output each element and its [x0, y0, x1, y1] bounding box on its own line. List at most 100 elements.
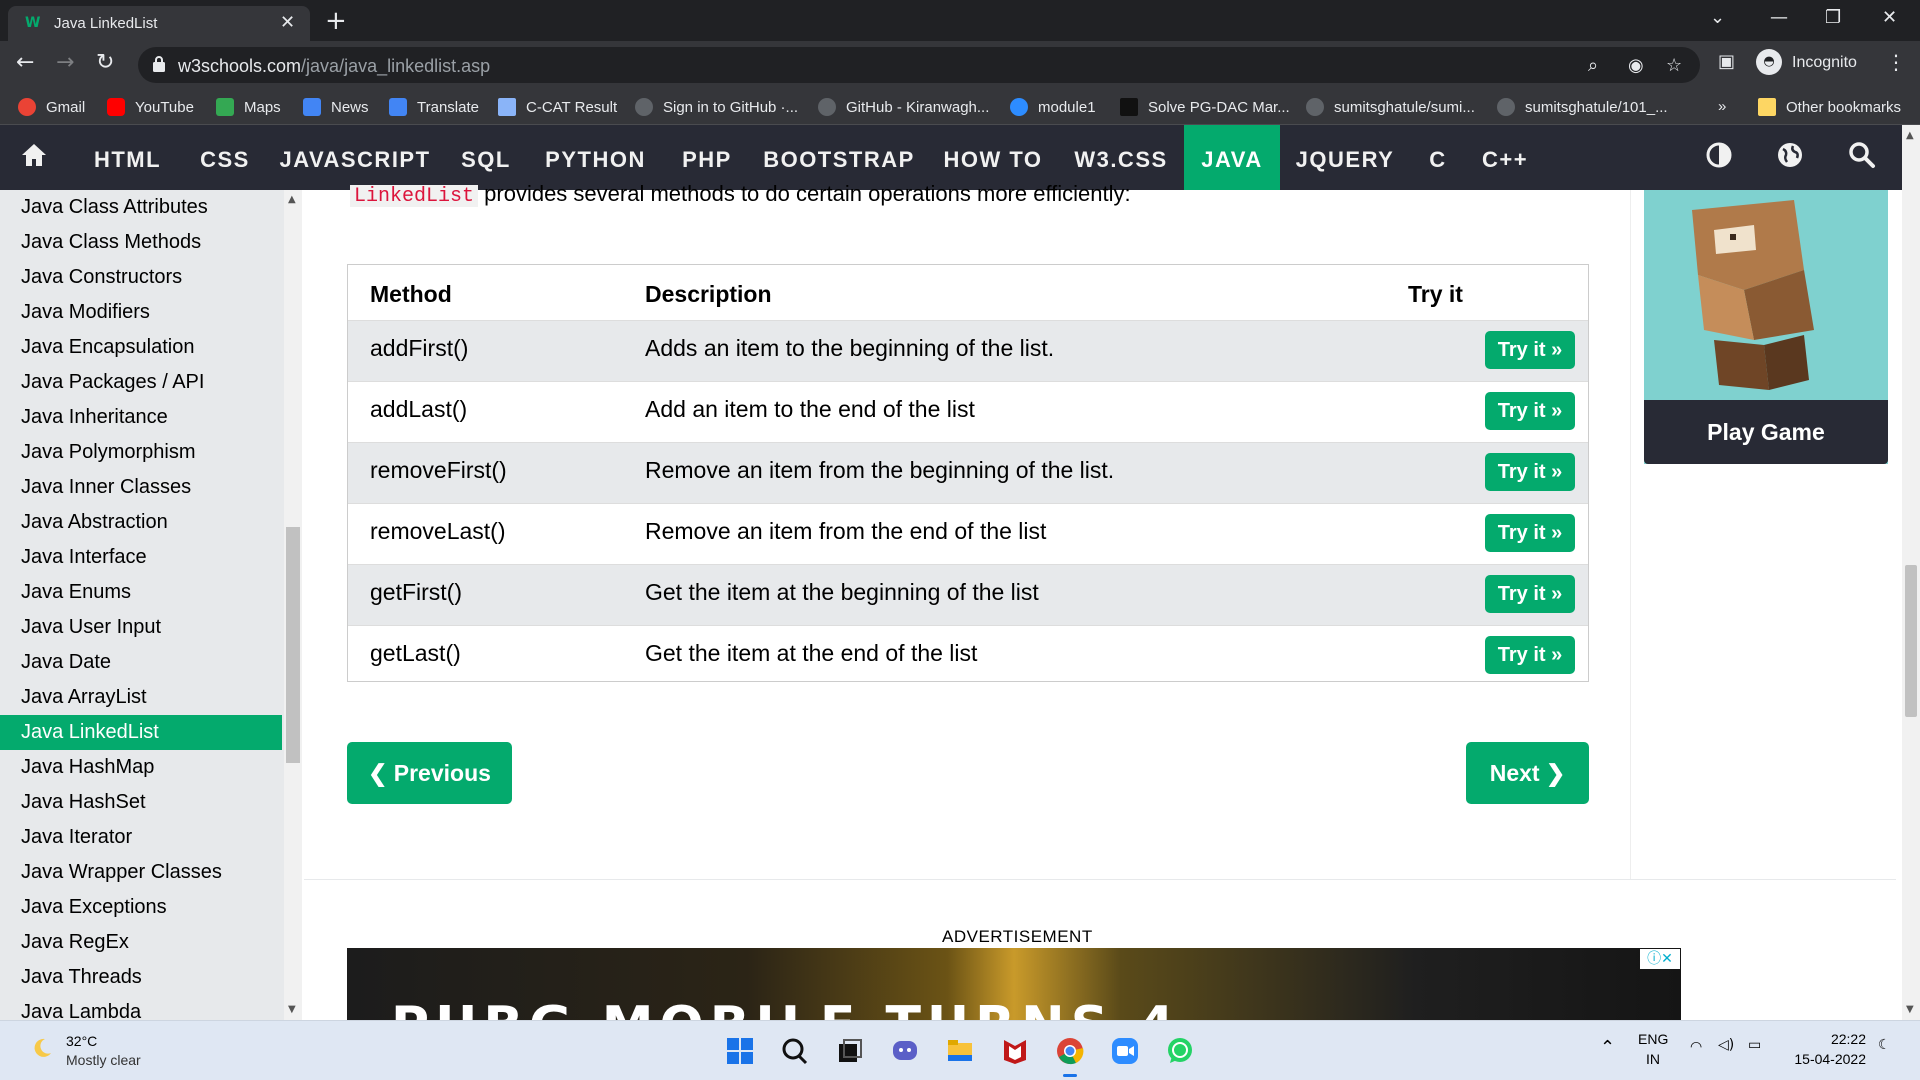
home-icon[interactable] [20, 141, 48, 169]
sidebar-item-inheritance[interactable]: Java Inheritance [0, 400, 282, 435]
close-tab-icon[interactable]: ✕ [280, 12, 295, 33]
bookmark-gmail[interactable]: Gmail [18, 98, 85, 118]
sidebar-item-inner-classes[interactable]: Java Inner Classes [0, 470, 282, 505]
windows-start-icon[interactable] [725, 1036, 755, 1066]
other-bookmarks[interactable]: Other bookmarks [1758, 98, 1901, 118]
tab-search-icon[interactable]: ⌄ [1710, 7, 1725, 28]
sidebar-item-enums[interactable]: Java Enums [0, 575, 282, 610]
nav-css[interactable]: CSS [185, 125, 265, 190]
try-it-button[interactable]: Try it » [1485, 453, 1575, 491]
browser-tab[interactable]: W Java LinkedList ✕ [8, 6, 310, 41]
try-it-button[interactable]: Try it » [1485, 575, 1575, 613]
bookmarks-overflow[interactable]: » [1718, 98, 1726, 118]
forward-icon[interactable]: → [56, 50, 74, 75]
mcafee-icon[interactable] [1000, 1036, 1030, 1066]
bookmark-ccat[interactable]: C-CAT Result [498, 98, 617, 118]
wifi-icon[interactable]: ◠ [1690, 1039, 1702, 1055]
sidebar-scroll-thumb[interactable] [286, 527, 300, 763]
bookmark-news[interactable]: News [303, 98, 369, 118]
previous-button[interactable]: ❮ Previous [347, 742, 512, 804]
ad-choices-close-icon[interactable]: ⓘ✕ [1640, 949, 1680, 969]
teams-chat-icon[interactable] [890, 1036, 920, 1066]
back-icon[interactable]: ← [16, 50, 34, 75]
sidebar-item-regex[interactable]: Java RegEx [0, 925, 282, 960]
sidebar-item-interface[interactable]: Java Interface [0, 540, 282, 575]
sidebar-item-linkedlist[interactable]: Java LinkedList [0, 715, 282, 750]
volume-icon[interactable]: ◁) [1718, 1037, 1734, 1053]
nav-cpp[interactable]: C++ [1470, 125, 1540, 190]
zoom-app-icon[interactable] [1110, 1036, 1140, 1066]
bookmark-star-icon[interactable]: ☆ [1666, 55, 1682, 76]
sidebar-item-wrapper-classes[interactable]: Java Wrapper Classes [0, 855, 282, 890]
sidebar-item-threads[interactable]: Java Threads [0, 960, 282, 995]
more-menu-icon[interactable]: ⋮ [1886, 50, 1906, 74]
moon-icon[interactable] [30, 1036, 54, 1060]
clock-date[interactable]: 15-04-2022 [1782, 1051, 1866, 1067]
sidebar-item-encapsulation[interactable]: Java Encapsulation [0, 330, 282, 365]
bookmark-pgdac[interactable]: Solve PG-DAC Mar... [1120, 98, 1290, 118]
battery-icon[interactable]: ▭ [1748, 1037, 1761, 1053]
language-region[interactable]: IN [1638, 1051, 1668, 1067]
nav-c[interactable]: C [1420, 125, 1456, 190]
bookmark-translate[interactable]: Translate [389, 98, 479, 118]
globe-icon[interactable] [1776, 141, 1804, 169]
language-code[interactable]: ENG [1638, 1031, 1668, 1047]
reload-icon[interactable]: ↻ [96, 50, 114, 75]
minimize-icon[interactable]: — [1770, 7, 1788, 28]
sidebar-item-abstraction[interactable]: Java Abstraction [0, 505, 282, 540]
bookmark-sumit-2[interactable]: sumitsghatule/101_... [1497, 98, 1668, 118]
nav-java[interactable]: JAVA [1184, 125, 1280, 190]
page-scroll-thumb[interactable] [1905, 565, 1917, 717]
sidebar-item-hashset[interactable]: Java HashSet [0, 785, 282, 820]
notifications-icon[interactable]: ☾ [1878, 1037, 1891, 1053]
tray-overflow-icon[interactable]: ⌃ [1600, 1037, 1615, 1058]
sidebar-item-arraylist[interactable]: Java ArrayList [0, 680, 282, 715]
address-bar[interactable]: w3schools.com/java/java_linkedlist.asp ⌕… [138, 47, 1700, 83]
page-scroll-up-icon[interactable]: ▲ [1906, 130, 1914, 141]
clock-time[interactable]: 22:22 [1782, 1031, 1866, 1047]
sidebar-item-iterator[interactable]: Java Iterator [0, 820, 282, 855]
sidebar-item-packages[interactable]: Java Packages / API [0, 365, 282, 400]
pubg-ad-banner[interactable]: PUBG MOBILE TURNS 4 [347, 948, 1681, 1020]
sidebar-item-constructors[interactable]: Java Constructors [0, 260, 282, 295]
try-it-button[interactable]: Try it » [1485, 392, 1575, 430]
scroll-up-icon[interactable]: ▲ [288, 194, 296, 205]
eye-off-icon[interactable]: ◉ [1628, 55, 1644, 76]
side-panel-icon[interactable]: ▣ [1718, 51, 1735, 72]
play-game-button[interactable]: Play Game [1644, 400, 1888, 464]
sidebar-item-class-attributes[interactable]: Java Class Attributes [0, 190, 282, 225]
sidebar-item-class-methods[interactable]: Java Class Methods [0, 225, 282, 260]
file-explorer-icon[interactable] [945, 1036, 975, 1066]
scroll-down-icon[interactable]: ▼ [288, 1004, 296, 1015]
page-scroll-down-icon[interactable]: ▼ [1906, 1004, 1914, 1015]
bookmark-youtube[interactable]: YouTube [107, 98, 194, 118]
incognito-badge[interactable]: ◓ Incognito [1756, 49, 1881, 81]
window-close-icon[interactable]: ✕ [1882, 7, 1897, 28]
sidebar-item-exceptions[interactable]: Java Exceptions [0, 890, 282, 925]
task-view-icon[interactable] [835, 1036, 865, 1066]
bookmark-maps[interactable]: Maps [216, 98, 281, 118]
search-icon[interactable] [1848, 141, 1876, 169]
sidebar-item-modifiers[interactable]: Java Modifiers [0, 295, 282, 330]
weather-description[interactable]: Mostly clear [66, 1052, 141, 1068]
whatsapp-icon[interactable] [1165, 1036, 1195, 1066]
chrome-icon[interactable] [1055, 1036, 1085, 1066]
nav-html[interactable]: HTML [76, 125, 179, 190]
zoom-icon[interactable]: ⌕ [1588, 55, 1598, 76]
bookmark-github-signin[interactable]: Sign in to GitHub ·... [635, 98, 798, 118]
next-button[interactable]: Next ❯ [1466, 742, 1589, 804]
try-it-button[interactable]: Try it » [1485, 636, 1575, 674]
nav-jquery[interactable]: JQUERY [1290, 125, 1400, 190]
sidebar-item-lambda[interactable]: Java Lambda [0, 995, 282, 1020]
bookmark-module1[interactable]: module1 [1010, 98, 1096, 118]
restore-icon[interactable]: ❐ [1825, 7, 1841, 28]
try-it-button[interactable]: Try it » [1485, 331, 1575, 369]
new-tab-icon[interactable]: + [325, 6, 347, 36]
sidebar-item-polymorphism[interactable]: Java Polymorphism [0, 435, 282, 470]
sidebar-item-date[interactable]: Java Date [0, 645, 282, 680]
bookmark-sumit-1[interactable]: sumitsghatule/sumi... [1306, 98, 1475, 118]
search-icon[interactable] [780, 1036, 810, 1066]
try-it-button[interactable]: Try it » [1485, 514, 1575, 552]
sidebar-item-user-input[interactable]: Java User Input [0, 610, 282, 645]
bookmark-github-kiran[interactable]: GitHub - Kiranwagh... [818, 98, 989, 118]
